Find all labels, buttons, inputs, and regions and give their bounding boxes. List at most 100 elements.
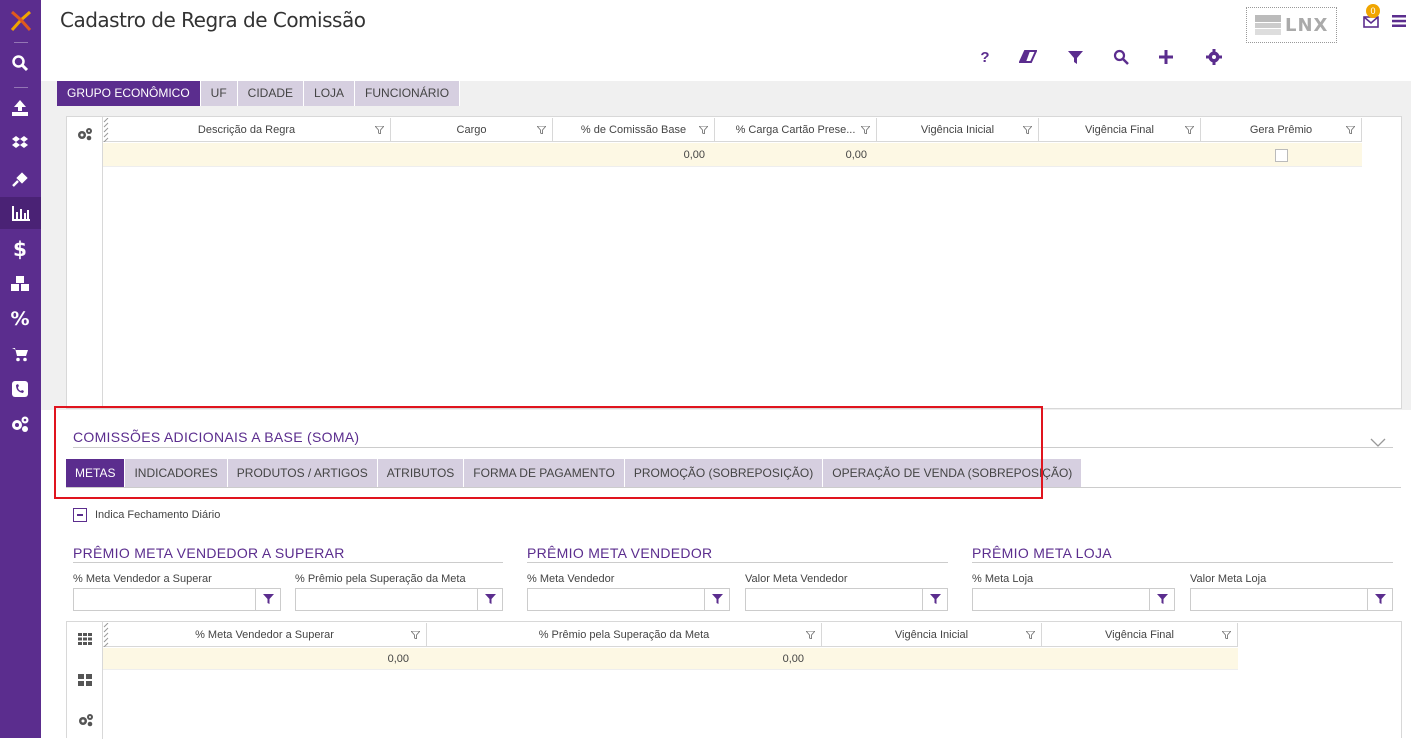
col-header-carga-cartao[interactable]: % Carga Cartão Prese... bbox=[715, 118, 877, 142]
cell-gera-premio[interactable] bbox=[1201, 143, 1362, 167]
sidebar-dollar-icon[interactable]: $ bbox=[9, 237, 31, 261]
gear-icon[interactable] bbox=[1204, 47, 1224, 67]
field-value[interactable] bbox=[1191, 589, 1367, 610]
column-filter-icon[interactable] bbox=[375, 126, 384, 134]
hamburger-menu-icon[interactable] bbox=[1392, 14, 1406, 28]
tab-forma-pagamento[interactable]: FORMA DE PAGAMENTO bbox=[464, 459, 625, 487]
tab-uf[interactable]: UF bbox=[200, 81, 238, 106]
tab-indicadores[interactable]: INDICADORES bbox=[125, 459, 228, 487]
eraser-icon[interactable] bbox=[1018, 47, 1038, 67]
cell-vigencia-final[interactable] bbox=[1034, 648, 1238, 670]
valor-meta-vendedor-field[interactable] bbox=[745, 588, 948, 611]
col-header-meta-superar[interactable]: % Meta Vendedor a Superar bbox=[103, 623, 427, 647]
column-resize-grip[interactable] bbox=[103, 118, 109, 142]
grid-settings-icon[interactable] bbox=[77, 127, 93, 146]
field-filter-button[interactable] bbox=[477, 589, 502, 610]
column-filter-icon[interactable] bbox=[861, 126, 870, 134]
sidebar-plug-icon[interactable] bbox=[9, 168, 31, 190]
tab-funcionario[interactable]: FUNCIONÁRIO bbox=[355, 81, 461, 106]
meta-vendedor-superar-field[interactable] bbox=[73, 588, 281, 611]
col-header-descricao[interactable]: Descrição da Regra bbox=[103, 118, 391, 142]
tab-metas[interactable]: METAS bbox=[66, 459, 126, 487]
tab-cidade[interactable]: CIDADE bbox=[237, 81, 305, 106]
column-resize-grip[interactable] bbox=[103, 623, 109, 647]
column-filter-icon[interactable] bbox=[806, 631, 815, 639]
grid-layout-icon[interactable] bbox=[78, 673, 92, 691]
col-header-vigencia-final[interactable]: Vigência Final bbox=[1042, 623, 1238, 647]
column-filter-icon[interactable] bbox=[1346, 126, 1355, 134]
field-filter-button[interactable] bbox=[255, 589, 280, 610]
field-filter-button[interactable] bbox=[1149, 589, 1174, 610]
field-value[interactable] bbox=[528, 589, 704, 610]
metas-grid-header: % Meta Vendedor a Superar % Prêmio pela … bbox=[103, 623, 1238, 647]
field-filter-button[interactable] bbox=[1367, 589, 1392, 610]
cell-cargo[interactable] bbox=[391, 143, 553, 167]
cell-comissao-base[interactable]: 0,00 bbox=[553, 143, 715, 167]
cell-vigencia-inicial[interactable] bbox=[877, 143, 1039, 167]
col-label: % de Comissão Base bbox=[580, 124, 687, 136]
column-filter-icon[interactable] bbox=[1222, 631, 1231, 639]
sidebar-cart-icon[interactable] bbox=[9, 343, 31, 365]
field-filter-button[interactable] bbox=[922, 589, 947, 610]
app-logo-icon[interactable] bbox=[8, 8, 34, 34]
col-header-premio-superacao[interactable]: % Prêmio pela Superação da Meta bbox=[427, 623, 822, 647]
chevron-down-icon[interactable] bbox=[1370, 434, 1386, 452]
help-icon[interactable]: ? bbox=[975, 47, 995, 67]
column-filter-icon[interactable] bbox=[1185, 126, 1194, 134]
col-header-vigencia-inicial[interactable]: Vigência Inicial bbox=[822, 623, 1042, 647]
table-row[interactable]: 0,00 0,00 bbox=[103, 648, 1238, 670]
tab-operacao-venda[interactable]: OPERAÇÃO DE VENDA (SOBREPOSIÇÃO) bbox=[823, 459, 1083, 487]
col-header-cargo[interactable]: Cargo bbox=[391, 118, 553, 142]
sidebar-search-icon[interactable] bbox=[9, 52, 31, 74]
label-premio-superacao: % Prêmio pela Superação da Meta bbox=[295, 573, 466, 585]
plus-icon[interactable] bbox=[1156, 47, 1176, 67]
table-row[interactable]: 0,00 0,00 bbox=[103, 143, 1362, 167]
field-filter-button[interactable] bbox=[704, 589, 729, 610]
column-filter-icon[interactable] bbox=[537, 126, 546, 134]
col-label: Descrição da Regra bbox=[197, 124, 296, 136]
column-filter-icon[interactable] bbox=[1026, 631, 1035, 639]
column-filter-icon[interactable] bbox=[1023, 126, 1032, 134]
sidebar-upload-icon[interactable] bbox=[9, 97, 31, 119]
search-icon[interactable] bbox=[1111, 47, 1131, 67]
gera-premio-checkbox[interactable] bbox=[1275, 148, 1288, 162]
sidebar-percent-icon[interactable]: % bbox=[9, 308, 31, 330]
field-value[interactable] bbox=[746, 589, 922, 610]
cell-descricao[interactable] bbox=[103, 143, 391, 167]
tab-grupo-economico[interactable]: GRUPO ECONÔMICO bbox=[57, 81, 201, 106]
tab-loja[interactable]: LOJA bbox=[304, 81, 356, 106]
meta-vendedor-field[interactable] bbox=[527, 588, 730, 611]
field-value[interactable] bbox=[296, 589, 477, 610]
valor-meta-loja-field[interactable] bbox=[1190, 588, 1393, 611]
sidebar-gears-icon[interactable] bbox=[9, 413, 31, 435]
field-value[interactable] bbox=[74, 589, 255, 610]
tab-produtos-artigos[interactable]: PRODUTOS / ARTIGOS bbox=[227, 459, 378, 487]
cell-vigencia-final[interactable] bbox=[1039, 143, 1201, 167]
notifications-button[interactable]: 0 bbox=[1362, 4, 1380, 30]
col-header-comissao-base[interactable]: % de Comissão Base bbox=[553, 118, 715, 142]
sidebar-dropbox-icon[interactable] bbox=[9, 132, 31, 154]
grid-settings-icon[interactable] bbox=[78, 713, 94, 732]
col-header-vigencia-inicial[interactable]: Vigência Inicial bbox=[877, 118, 1039, 142]
indica-fechamento-diario[interactable]: Indica Fechamento Diário bbox=[73, 508, 220, 522]
sidebar-phone-icon[interactable] bbox=[9, 378, 31, 400]
sidebar-cubes-icon[interactable] bbox=[9, 273, 31, 295]
cell-vigencia-inicial[interactable] bbox=[814, 648, 1034, 670]
meta-loja-field[interactable] bbox=[972, 588, 1175, 611]
cell-premio-superacao[interactable]: 0,00 bbox=[419, 648, 814, 670]
field-value[interactable] bbox=[973, 589, 1149, 610]
column-filter-icon[interactable] bbox=[699, 126, 708, 134]
fechamento-diario-checkbox[interactable] bbox=[73, 508, 87, 522]
cell-meta-superar[interactable]: 0,00 bbox=[103, 648, 419, 670]
tab-promocao[interactable]: PROMOÇÃO (SOBREPOSIÇÃO) bbox=[624, 459, 824, 487]
column-filter-icon[interactable] bbox=[411, 631, 420, 639]
cell-carga-cartao[interactable]: 0,00 bbox=[715, 143, 877, 167]
filter-icon[interactable] bbox=[1065, 47, 1085, 67]
col-header-vigencia-final[interactable]: Vigência Final bbox=[1039, 118, 1201, 142]
tab-atributos[interactable]: ATRIBUTOS bbox=[377, 459, 465, 487]
premio-superacao-field[interactable] bbox=[295, 588, 503, 611]
col-header-gera-premio[interactable]: Gera Prêmio bbox=[1201, 118, 1362, 142]
sidebar-bar-chart-icon[interactable] bbox=[0, 197, 41, 229]
grid-columns-icon[interactable] bbox=[78, 632, 92, 650]
col-label: Vigência Final bbox=[1085, 124, 1154, 136]
